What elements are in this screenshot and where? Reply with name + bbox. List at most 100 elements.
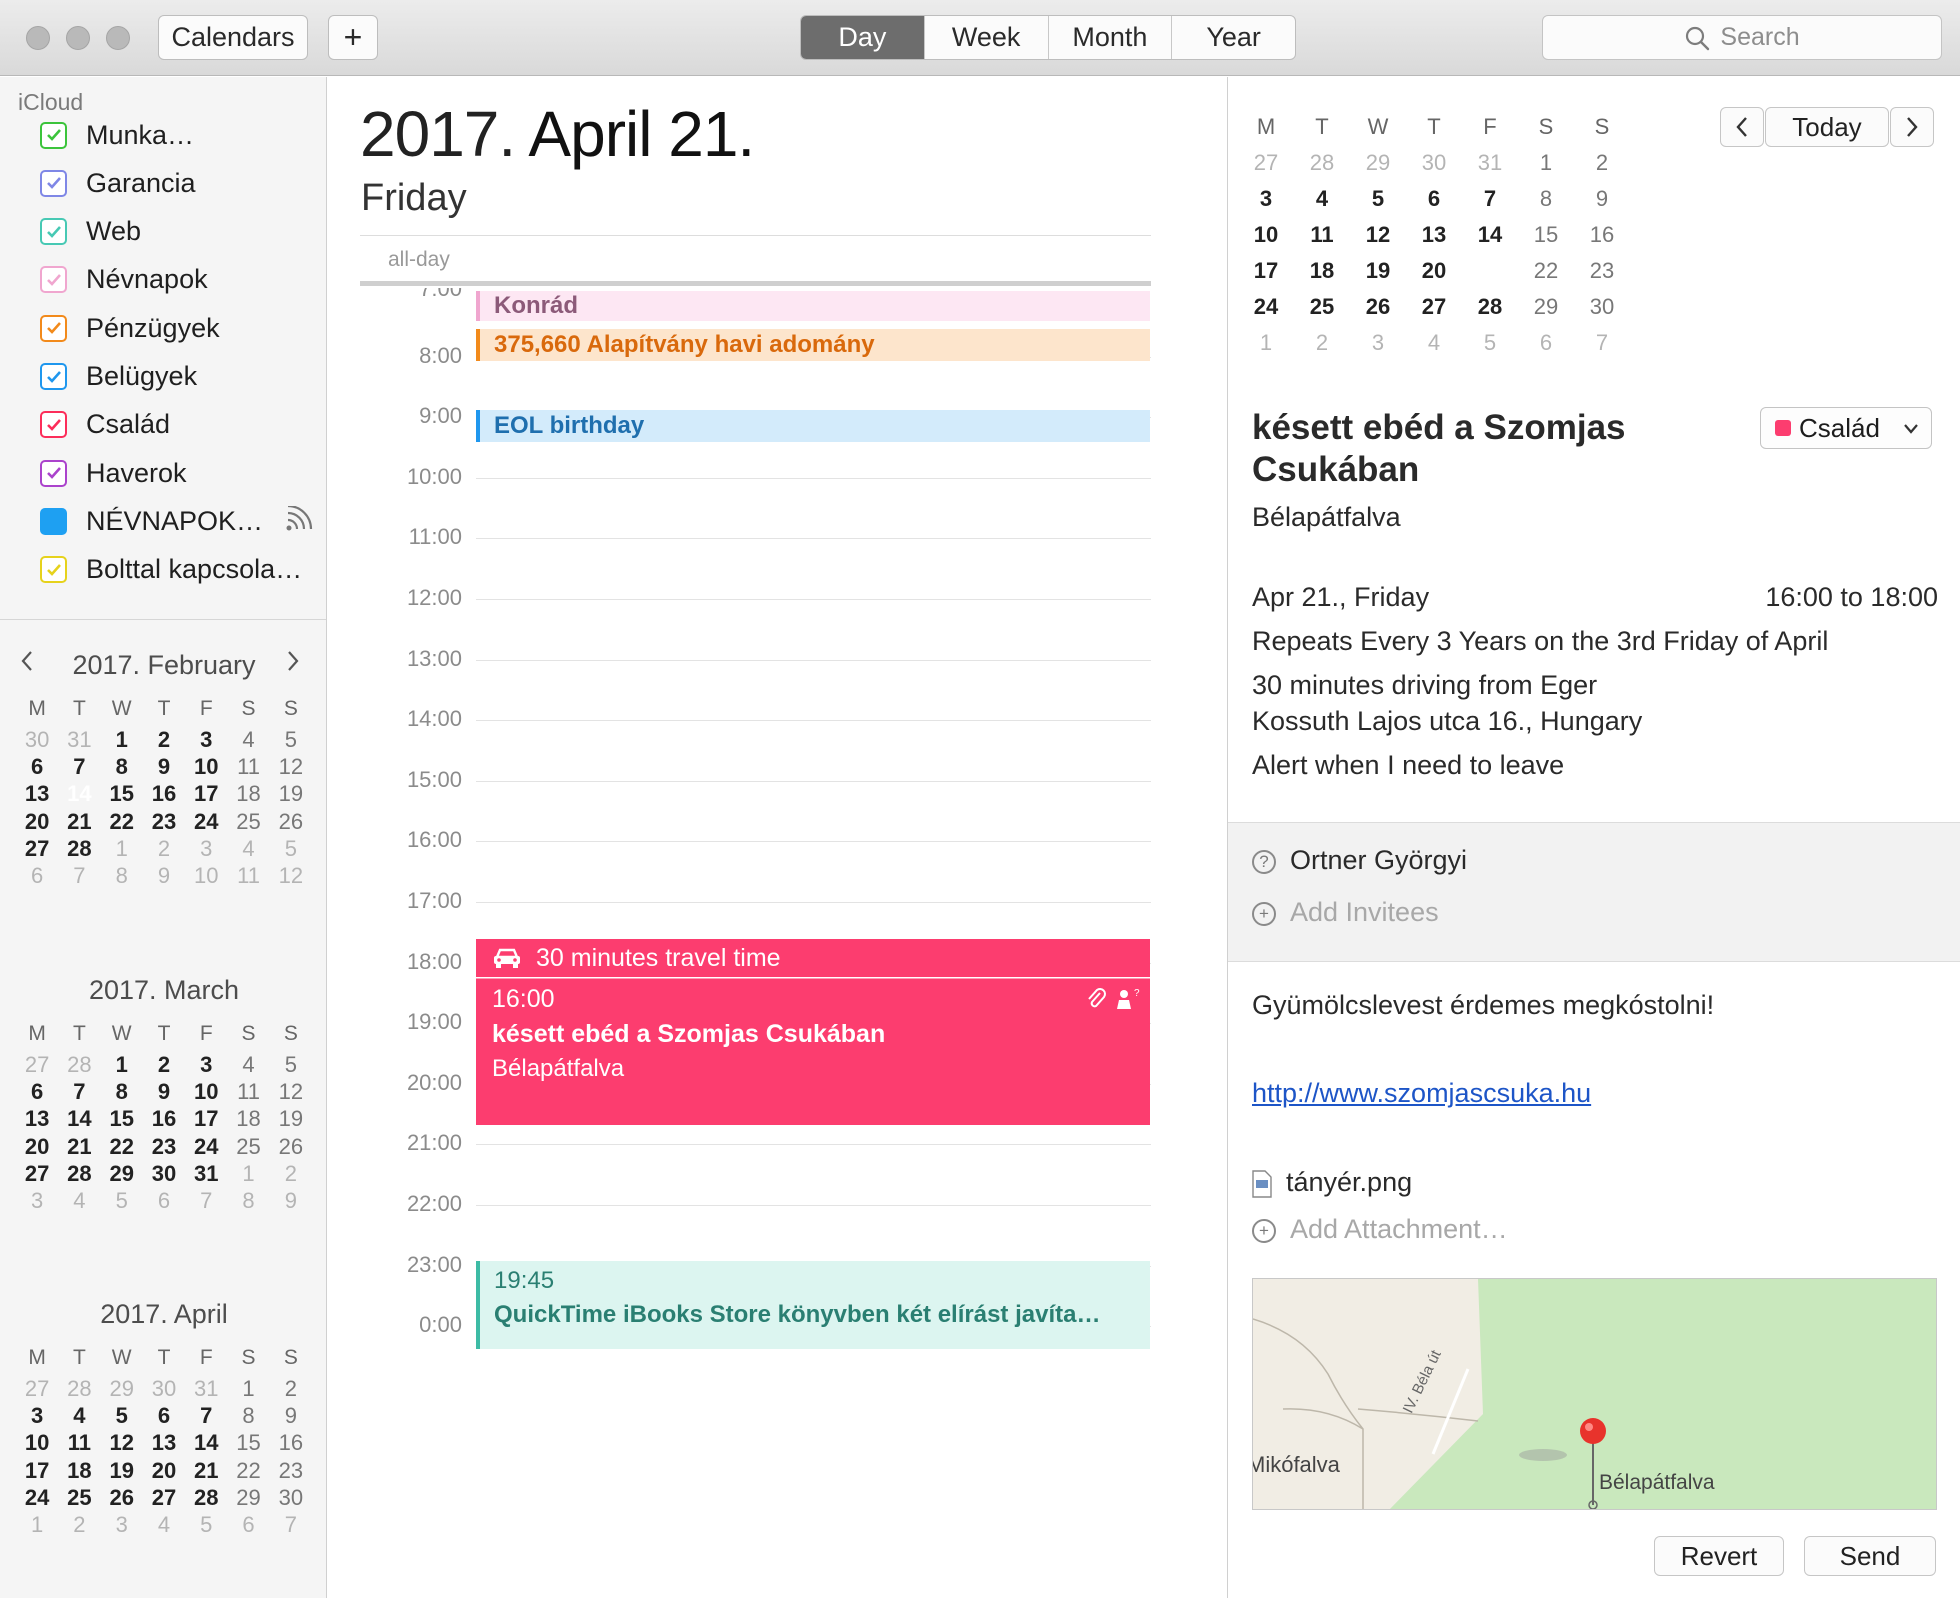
day-cell[interactable]: 2 [143, 726, 185, 753]
day-cell[interactable]: 28 [1462, 289, 1518, 325]
event-konrad[interactable]: Konrád [476, 291, 1150, 321]
day-cell[interactable]: 12 [270, 753, 312, 780]
sidebar-calendar-item[interactable]: Haverok [40, 453, 187, 493]
day-cell[interactable]: 6 [16, 753, 58, 780]
prev-button[interactable] [1720, 107, 1764, 147]
day-cell[interactable]: 26 [270, 1133, 312, 1160]
day-cell[interactable]: 27 [16, 1160, 58, 1187]
day-cell[interactable]: 8 [101, 753, 143, 780]
day-cell[interactable]: 16 [270, 1429, 312, 1456]
day-cell[interactable]: 10 [185, 1078, 227, 1105]
day-cell[interactable]: 18 [58, 1457, 100, 1484]
sidebar-calendar-item[interactable]: Web [40, 212, 141, 252]
day-cell[interactable]: 21 [58, 1133, 100, 1160]
day-cell[interactable]: 14 [1462, 217, 1518, 253]
day-cell[interactable]: 15 [227, 1429, 269, 1456]
day-cell[interactable]: 7 [185, 1402, 227, 1429]
day-cell[interactable]: 29 [101, 1375, 143, 1402]
tab-month[interactable]: Month [1047, 16, 1172, 59]
day-cell[interactable]: 2 [1294, 325, 1350, 361]
day-cell[interactable]: 12 [1350, 217, 1406, 253]
day-cell[interactable]: 27 [16, 835, 58, 862]
day-cell[interactable]: 20 [143, 1457, 185, 1484]
day-cell[interactable]: 13 [1406, 217, 1462, 253]
day-cell[interactable]: 12 [270, 862, 312, 889]
next-month-button[interactable] [286, 649, 312, 679]
day-cell[interactable]: 24 [185, 1133, 227, 1160]
day-cell[interactable]: 6 [1406, 181, 1462, 217]
day-cell[interactable]: 10 [1238, 217, 1294, 253]
day-cell[interactable]: 1 [101, 835, 143, 862]
day-cell[interactable]: 17 [185, 1105, 227, 1132]
day-cell[interactable]: 12 [270, 1078, 312, 1105]
day-cell[interactable]: 4 [227, 726, 269, 753]
next-button[interactable] [1890, 107, 1934, 147]
day-cell[interactable]: 29 [1518, 289, 1574, 325]
sidebar-calendar-item[interactable]: Névnapok [40, 260, 208, 300]
day-cell[interactable]: 14 [58, 1105, 100, 1132]
day-cell[interactable]: 2 [143, 835, 185, 862]
day-cell[interactable]: 30 [16, 726, 58, 753]
search-field[interactable]: Search [1542, 15, 1942, 60]
day-cell[interactable]: 7 [58, 1078, 100, 1105]
day-cell[interactable]: 19 [1350, 253, 1406, 289]
day-cell[interactable]: 7 [58, 753, 100, 780]
sidebar-calendar-item[interactable]: Belügyek [40, 357, 197, 397]
day-cell[interactable]: 14 [58, 778, 100, 815]
tab-day[interactable]: Day [801, 16, 924, 59]
sidebar-calendar-item[interactable]: Munka… [40, 115, 194, 155]
day-cell[interactable]: 23 [270, 1457, 312, 1484]
sidebar-calendar-item[interactable]: NÉVNAPOK… [40, 501, 315, 541]
day-cell[interactable]: 6 [16, 862, 58, 889]
day-cell[interactable]: 22 [101, 1133, 143, 1160]
day-cell[interactable]: 21 [185, 1457, 227, 1484]
day-cell[interactable]: 19 [270, 1105, 312, 1132]
day-cell[interactable]: 1 [16, 1511, 58, 1538]
prev-month-button[interactable] [20, 649, 46, 679]
day-cell[interactable]: 1 [227, 1160, 269, 1187]
calendar-select[interactable]: Család [1760, 407, 1932, 449]
day-cell[interactable]: 10 [185, 862, 227, 889]
day-cell[interactable]: 8 [1518, 181, 1574, 217]
day-cell[interactable]: 6 [16, 1078, 58, 1105]
day-cell[interactable]: 28 [58, 1051, 100, 1078]
add-event-button[interactable]: + [328, 15, 378, 60]
day-cell[interactable]: 28 [58, 835, 100, 862]
day-cell[interactable]: 3 [185, 835, 227, 862]
calendar-checkbox[interactable] [40, 459, 67, 487]
day-cell[interactable]: 15 [101, 1105, 143, 1132]
event-date[interactable]: Apr 21., Friday [1252, 582, 1429, 613]
calendar-checkbox[interactable] [40, 411, 67, 439]
day-cell[interactable]: 9 [143, 753, 185, 780]
calendar-checkbox[interactable] [40, 363, 67, 390]
day-cell[interactable]: 16 [143, 1105, 185, 1132]
day-cell[interactable]: 4 [1406, 325, 1462, 361]
travel-from-line1[interactable]: 30 minutes driving from Eger [1252, 670, 1597, 701]
calendar-checkbox[interactable] [40, 169, 67, 197]
day-cell[interactable]: 7 [1462, 181, 1518, 217]
tab-year[interactable]: Year [1171, 16, 1295, 59]
day-cell[interactable]: 11 [58, 1429, 100, 1456]
day-cell[interactable]: 13 [143, 1429, 185, 1456]
day-cell[interactable]: 3 [1350, 325, 1406, 361]
event-quicktime[interactable]: 19:45 QuickTime iBooks Store könyvben ké… [476, 1261, 1150, 1349]
day-cell[interactable]: 9 [143, 862, 185, 889]
day-cell[interactable]: 16 [1574, 217, 1630, 253]
day-cell[interactable]: 16 [143, 780, 185, 807]
day-cell[interactable]: 30 [143, 1160, 185, 1187]
day-cell[interactable]: 30 [270, 1484, 312, 1511]
day-cell[interactable]: 4 [143, 1511, 185, 1538]
event-adomany[interactable]: 375,660 Alapítvány havi adomány [476, 329, 1150, 361]
day-cell[interactable]: 5 [270, 726, 312, 753]
day-cell[interactable]: 3 [16, 1187, 58, 1214]
day-cell[interactable]: 25 [1294, 289, 1350, 325]
day-cell[interactable]: 31 [58, 726, 100, 753]
day-cell[interactable]: 2 [1574, 145, 1630, 181]
day-cell[interactable]: 20 [16, 1133, 58, 1160]
day-cell[interactable]: 19 [101, 1457, 143, 1484]
day-cell[interactable]: 24 [16, 1484, 58, 1511]
event-main[interactable]: 16:00 késett ebéd a Szomjas Csukában Bél… [476, 978, 1150, 1125]
day-cell[interactable]: 6 [143, 1187, 185, 1214]
day-cell[interactable]: 22 [101, 808, 143, 835]
day-cell[interactable]: 21 [1462, 252, 1518, 290]
